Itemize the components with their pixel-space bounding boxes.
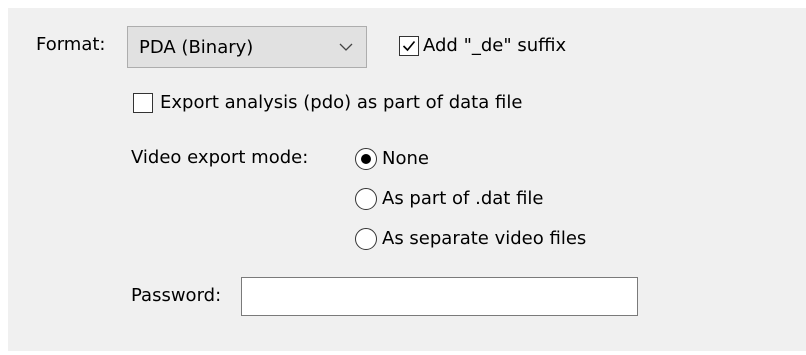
- radio-none[interactable]: [355, 148, 377, 170]
- add-suffix-checkbox[interactable]: [399, 36, 419, 56]
- format-dropdown[interactable]: PDA (Binary): [127, 26, 367, 68]
- radio-as-part-of-dat-file[interactable]: [355, 188, 377, 210]
- export-analysis-label: Export analysis (pdo) as part of data fi…: [160, 92, 523, 113]
- chevron-down-icon: [339, 43, 353, 51]
- format-selected-value: PDA (Binary): [139, 37, 254, 58]
- radio-none-label: None: [382, 148, 429, 169]
- radio-as-separate-video-files-label: As separate video files: [382, 228, 587, 249]
- export-analysis-checkbox[interactable]: [133, 93, 153, 113]
- radio-as-part-of-dat-file-label: As part of .dat file: [382, 188, 544, 209]
- format-label: Format:: [36, 34, 106, 55]
- password-label: Password:: [131, 285, 222, 306]
- password-input[interactable]: [241, 277, 638, 316]
- add-suffix-label: Add "_de" suffix: [423, 35, 567, 56]
- checkmark-icon: [402, 40, 416, 52]
- radio-as-separate-video-files[interactable]: [355, 228, 377, 250]
- video-export-mode-label: Video export mode:: [131, 147, 309, 168]
- radio-selected-dot: [360, 153, 371, 164]
